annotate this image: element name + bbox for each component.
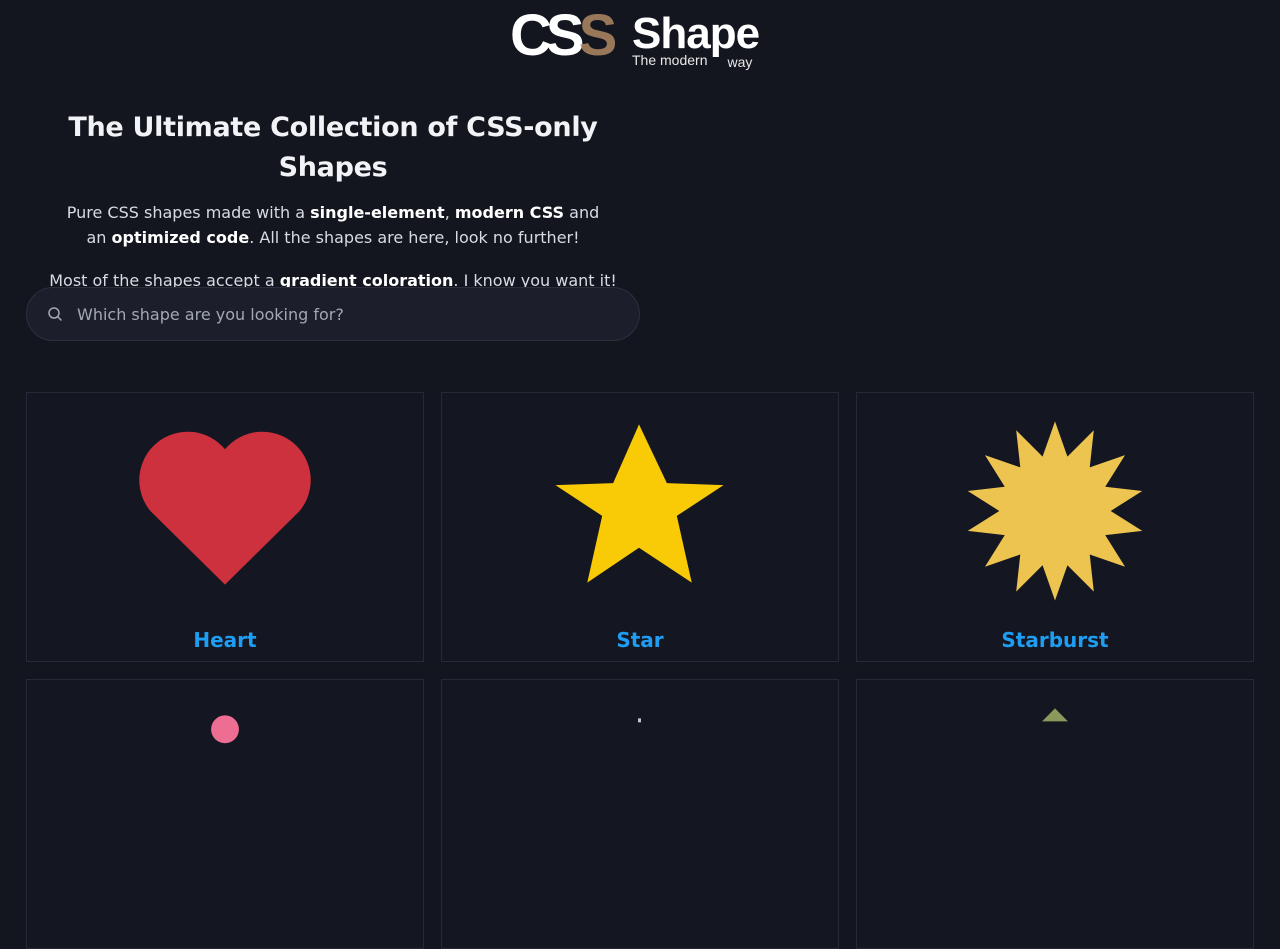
- heart-shape: [139, 431, 311, 585]
- logo-tagline: The modern way: [632, 52, 753, 70]
- shape-link-star[interactable]: Star: [442, 627, 838, 653]
- intro-paragraph-1: Pure CSS shapes made with a single-eleme…: [26, 200, 640, 250]
- intro-bold-text: single-element: [310, 203, 445, 222]
- star-shape-polygon: [555, 424, 724, 583]
- shape-card-starburst[interactable]: Starburst: [856, 392, 1254, 662]
- search-input[interactable]: [75, 303, 615, 325]
- logo-css-faded-letter: S: [578, 3, 618, 68]
- tagline-part2: way: [727, 54, 753, 70]
- shape-card-star[interactable]: Star: [441, 392, 839, 662]
- shape-link-starburst[interactable]: Starburst: [857, 627, 1253, 653]
- intro-text: and: [564, 203, 600, 222]
- partial-shape-3-tip: [1042, 708, 1068, 722]
- intro-text: ,: [444, 203, 455, 222]
- shape-link-heart[interactable]: Heart: [27, 627, 423, 653]
- logo-css-mark: CSS: [510, 6, 617, 66]
- search-bar[interactable]: [26, 287, 640, 341]
- heart-shape-path: [139, 431, 311, 585]
- intro-text: an: [86, 228, 112, 247]
- logo-css-text: CS: [510, 3, 585, 68]
- page-title: The Ultimate Collection of CSS-only Shap…: [68, 112, 598, 183]
- site-logo[interactable]: CSS Shape The modern way: [510, 6, 780, 72]
- partial-shape-3: [1042, 708, 1068, 722]
- partial-shape-2-tip: [638, 718, 641, 723]
- star-shape: [555, 424, 724, 583]
- partial-shape-2: [638, 718, 641, 723]
- intro-text: . All the shapes are here, look no furth…: [249, 228, 580, 247]
- partial-shape-1: [211, 715, 239, 744]
- starburst-shape-polygon: [967, 421, 1143, 601]
- search-icon: [48, 307, 62, 321]
- intro-section: The Ultimate Collection of CSS-only Shap…: [26, 108, 640, 293]
- intro-bold-text: optimized code: [111, 228, 250, 247]
- logo-shape-word: Shape: [632, 9, 760, 58]
- intro-text: Pure CSS shapes made with a: [66, 203, 311, 222]
- intro-bold-text: modern CSS: [454, 203, 565, 222]
- shape-card-heart[interactable]: Heart: [26, 392, 424, 662]
- starburst-shape: [967, 421, 1143, 601]
- tagline-part1: The modern: [632, 52, 708, 68]
